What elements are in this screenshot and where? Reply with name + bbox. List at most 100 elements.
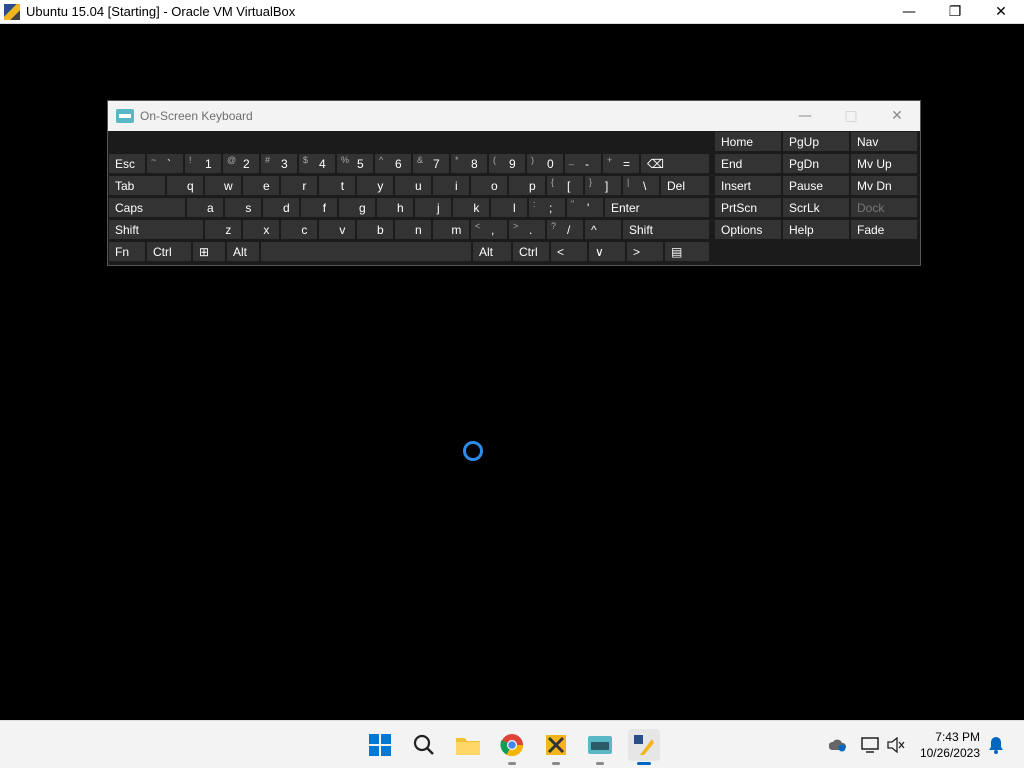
notification-bell-icon[interactable]: [986, 735, 1006, 755]
key-caps[interactable]: Caps: [108, 197, 186, 218]
key-symbol[interactable]: <,: [470, 219, 508, 240]
key-symbol[interactable]: ^: [584, 219, 622, 240]
close-button[interactable]: ✕: [978, 0, 1024, 24]
key-symbol[interactable]: " ': [566, 197, 604, 218]
restore-button[interactable]: ❐: [932, 0, 978, 24]
search-icon[interactable]: [408, 729, 440, 761]
key-6[interactable]: ^ 6: [374, 153, 412, 174]
key-e[interactable]: e: [242, 175, 280, 196]
key-ctrl[interactable]: Ctrl: [146, 241, 192, 262]
minimize-button[interactable]: —: [886, 0, 932, 24]
osk-app-icon[interactable]: [584, 729, 616, 765]
key-p[interactable]: p: [508, 175, 546, 196]
key-9[interactable]: (9: [488, 153, 526, 174]
key-fn[interactable]: Fn: [108, 241, 146, 262]
chrome-icon[interactable]: [496, 729, 528, 765]
onedrive-icon[interactable]: [828, 735, 848, 755]
key-v[interactable]: v: [318, 219, 356, 240]
key-symbol[interactable]: ∨: [588, 241, 626, 262]
network-icon[interactable]: [860, 735, 880, 755]
key-symbol[interactable]: | \: [622, 175, 660, 196]
key-esc[interactable]: Esc: [108, 153, 146, 174]
key-symbol[interactable]: _ -: [564, 153, 602, 174]
key-scrlk[interactable]: ScrLk: [782, 197, 850, 218]
key-key[interactable]: [260, 241, 472, 262]
key-1[interactable]: ! 1: [184, 153, 222, 174]
key-pause[interactable]: Pause: [782, 175, 850, 196]
key-alt[interactable]: Alt: [226, 241, 260, 262]
key-7[interactable]: & 7: [412, 153, 450, 174]
key-b[interactable]: b: [356, 219, 394, 240]
key-shift[interactable]: Shift: [622, 219, 710, 240]
osk-minimize-button[interactable]: —: [782, 101, 828, 131]
key-2[interactable]: @2: [222, 153, 260, 174]
key-pgdn[interactable]: PgDn: [782, 153, 850, 174]
key-symbol[interactable]: ⌫: [640, 153, 710, 174]
key-8[interactable]: * 8: [450, 153, 488, 174]
key-symbol[interactable]: ~ `: [146, 153, 184, 174]
key-symbol[interactable]: :;: [528, 197, 566, 218]
key-help[interactable]: Help: [782, 219, 850, 240]
key-alt[interactable]: Alt: [472, 241, 512, 262]
key-l[interactable]: l: [490, 197, 528, 218]
key-c[interactable]: c: [280, 219, 318, 240]
key-home[interactable]: Home: [714, 131, 782, 152]
key-symbol[interactable]: ⊞: [192, 241, 226, 262]
key-del[interactable]: Del: [660, 175, 710, 196]
key-symbol[interactable]: {[: [546, 175, 584, 196]
key-n[interactable]: n: [394, 219, 432, 240]
key-enter[interactable]: Enter: [604, 197, 710, 218]
key-insert[interactable]: Insert: [714, 175, 782, 196]
clock[interactable]: 7:43 PM 10/26/2023: [920, 729, 980, 761]
key-symbol[interactable]: + =: [602, 153, 640, 174]
key-t[interactable]: t: [318, 175, 356, 196]
key-3[interactable]: #3: [260, 153, 298, 174]
key-x[interactable]: x: [242, 219, 280, 240]
key-g[interactable]: g: [338, 197, 376, 218]
key-prtscn[interactable]: PrtScn: [714, 197, 782, 218]
key-symbol[interactable]: ? /: [546, 219, 584, 240]
key-shift[interactable]: Shift: [108, 219, 204, 240]
key-j[interactable]: j: [414, 197, 452, 218]
key-5[interactable]: % 5: [336, 153, 374, 174]
key-end[interactable]: End: [714, 153, 782, 174]
key-symbol[interactable]: >: [626, 241, 664, 262]
key-o[interactable]: o: [470, 175, 508, 196]
key-tab[interactable]: Tab: [108, 175, 166, 196]
key-r[interactable]: r: [280, 175, 318, 196]
key-u[interactable]: u: [394, 175, 432, 196]
key-symbol[interactable]: }]: [584, 175, 622, 196]
key-z[interactable]: z: [204, 219, 242, 240]
key-mv-up[interactable]: Mv Up: [850, 153, 918, 174]
osk-titlebar[interactable]: On-Screen Keyboard — □ ✕: [108, 101, 920, 131]
volume-muted-icon[interactable]: [886, 735, 906, 755]
key-pgup[interactable]: PgUp: [782, 131, 850, 152]
key-mv-dn[interactable]: Mv Dn: [850, 175, 918, 196]
key-k[interactable]: k: [452, 197, 490, 218]
key-nav[interactable]: Nav: [850, 131, 918, 152]
key-symbol[interactable]: <: [550, 241, 588, 262]
key-m[interactable]: m: [432, 219, 470, 240]
key-fade[interactable]: Fade: [850, 219, 918, 240]
key-4[interactable]: $4: [298, 153, 336, 174]
key-i[interactable]: i: [432, 175, 470, 196]
key-a[interactable]: a: [186, 197, 224, 218]
vm-app-icon[interactable]: [540, 729, 572, 765]
start-icon[interactable]: [364, 729, 396, 761]
key-symbol[interactable]: >.: [508, 219, 546, 240]
key-y[interactable]: y: [356, 175, 394, 196]
key-0[interactable]: ) 0: [526, 153, 564, 174]
key-d[interactable]: d: [262, 197, 300, 218]
key-f[interactable]: f: [300, 197, 338, 218]
key-h[interactable]: h: [376, 197, 414, 218]
file-explorer-icon[interactable]: [452, 729, 484, 761]
key-w[interactable]: w: [204, 175, 242, 196]
key-options[interactable]: Options: [714, 219, 782, 240]
key-label: Dock: [857, 200, 885, 215]
key-q[interactable]: q: [166, 175, 204, 196]
osk-close-button[interactable]: ✕: [874, 101, 920, 131]
key-s[interactable]: s: [224, 197, 262, 218]
virtualbox-icon[interactable]: [628, 729, 660, 765]
key-symbol[interactable]: ▤: [664, 241, 710, 262]
key-ctrl[interactable]: Ctrl: [512, 241, 550, 262]
